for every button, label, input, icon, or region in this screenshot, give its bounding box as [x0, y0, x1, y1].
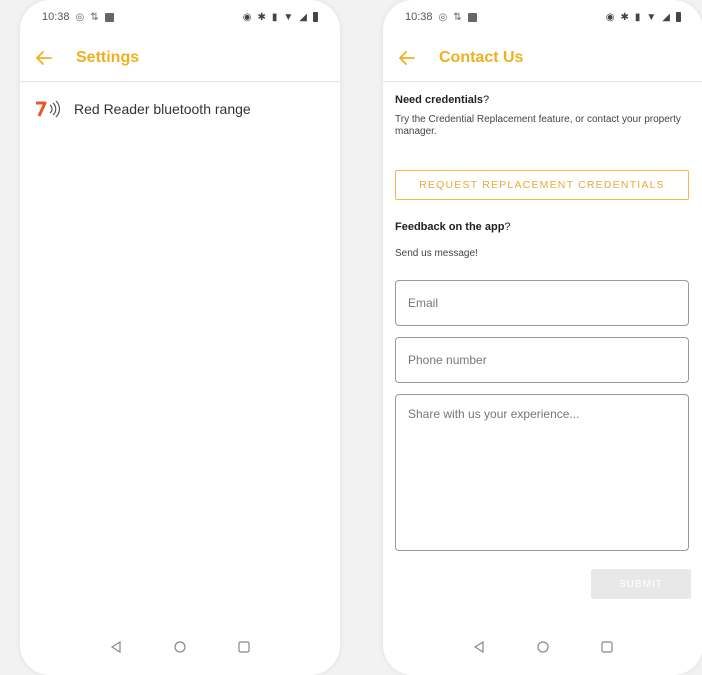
vibrate-icon: ▮ [271, 11, 278, 23]
feedback-heading-suffix: ? [504, 221, 511, 233]
credentials-heading: Need credentials [395, 94, 484, 106]
alarm-icon: ◉ [242, 11, 252, 23]
feedback-heading-line: Feedback on the app? [395, 221, 511, 233]
credentials-heading-suffix: ? [483, 94, 490, 106]
image-icon [104, 12, 114, 22]
image-icon [467, 12, 477, 22]
status-time: 10:38 [42, 11, 70, 23]
settings-item-label: Red Reader bluetooth range [74, 101, 251, 117]
back-arrow-icon[interactable] [397, 48, 417, 68]
app-bar: Settings [20, 34, 340, 82]
data-icon: ⇅ [453, 11, 462, 23]
home-circle-icon[interactable] [532, 636, 554, 658]
recents-square-icon[interactable] [596, 636, 618, 658]
status-time: 10:38 [405, 11, 433, 23]
page-title: Contact Us [439, 48, 524, 66]
recents-square-icon[interactable] [233, 636, 255, 658]
status-bar: 10:38 ◎ ⇅ ◉ ✱ ▮ ▼ ◢ [20, 0, 340, 34]
battery-icon [676, 12, 681, 22]
data-icon: ⇅ [90, 11, 99, 23]
app-bar: Contact Us [383, 34, 702, 82]
back-triangle-icon[interactable] [105, 636, 127, 658]
alarm-icon: ◉ [605, 11, 615, 23]
feedback-text: Send us message! [395, 248, 478, 259]
email-field[interactable] [395, 280, 689, 326]
red-reader-logo-icon [34, 99, 68, 119]
status-bar: 10:38 ◎ ⇅ ◉ ✱ ▮ ▼ ◢ [383, 0, 702, 34]
bluetooth-icon: ✱ [257, 11, 266, 23]
wifi-icon: ▼ [646, 11, 657, 23]
page-title: Settings [76, 48, 140, 66]
home-circle-icon[interactable] [169, 636, 191, 658]
contact-phone-screen: 10:38 ◎ ⇅ ◉ ✱ ▮ ▼ ◢ Contact Us Need cred… [383, 0, 702, 675]
wifi-icon: ▼ [283, 11, 294, 23]
a-icon: ◎ [75, 11, 85, 23]
bluetooth-icon: ✱ [620, 11, 629, 23]
feedback-heading: Feedback on the app [395, 221, 505, 233]
battery-icon [313, 12, 318, 22]
credentials-text: Try the Credential Replacement feature, … [395, 114, 681, 137]
system-nav-bar [383, 619, 702, 675]
request-replacement-credentials-button[interactable]: REQUEST REPLACEMENT CREDENTIALS [395, 170, 689, 200]
system-nav-bar [20, 619, 340, 675]
credentials-heading-line: Need credentials? [395, 94, 489, 106]
settings-item-bluetooth-range[interactable]: Red Reader bluetooth range [34, 94, 326, 124]
settings-phone-screen: 10:38 ◎ ⇅ ◉ ✱ ▮ ▼ ◢ Settings Red Reader … [20, 0, 340, 675]
vibrate-icon: ▮ [634, 11, 641, 23]
experience-textarea[interactable] [395, 394, 689, 551]
back-arrow-icon[interactable] [34, 48, 54, 68]
a-icon: ◎ [438, 11, 448, 23]
back-triangle-icon[interactable] [468, 636, 490, 658]
submit-button[interactable]: SUBMIT [591, 569, 691, 599]
phone-number-field[interactable] [395, 337, 689, 383]
signal-icon: ◢ [662, 11, 670, 23]
signal-icon: ◢ [299, 11, 307, 23]
